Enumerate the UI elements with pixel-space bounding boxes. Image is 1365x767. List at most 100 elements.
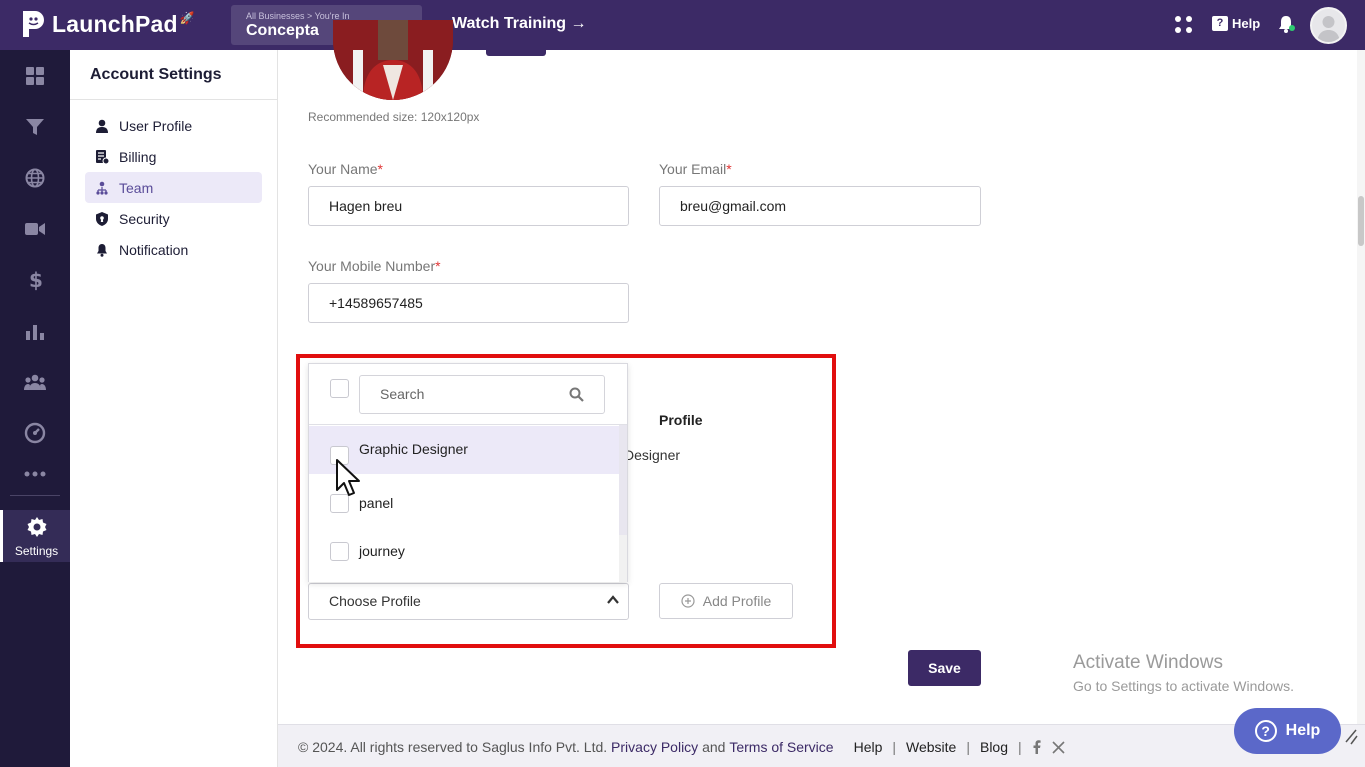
mobile-input[interactable]: +14589657485 bbox=[308, 283, 629, 323]
required-mark: * bbox=[726, 161, 732, 177]
footer-content: © 2024. All rights reserved to Saglus In… bbox=[298, 739, 1065, 755]
rail-settings-label: Settings bbox=[14, 544, 59, 558]
account-settings-title: Account Settings bbox=[90, 66, 222, 83]
dashboard-icon bbox=[26, 67, 44, 85]
page-scrollbar[interactable] bbox=[1357, 50, 1365, 724]
save-button[interactable]: Save bbox=[908, 650, 981, 686]
footer-help-link[interactable]: Help bbox=[854, 739, 883, 755]
nav-label: Security bbox=[119, 210, 170, 227]
nav-security[interactable]: Security bbox=[85, 203, 262, 234]
x-twitter-icon[interactable] bbox=[1052, 740, 1065, 754]
nav-user-profile[interactable]: User Profile bbox=[85, 110, 262, 141]
profile-photo[interactable] bbox=[333, 20, 453, 100]
funnel-icon bbox=[26, 119, 44, 135]
rail-dashboard[interactable] bbox=[0, 58, 70, 94]
profile-photo-image bbox=[333, 20, 453, 100]
separator: | bbox=[966, 739, 970, 755]
rail-funnels[interactable] bbox=[0, 109, 70, 145]
rail-video[interactable] bbox=[0, 211, 70, 247]
gear-icon bbox=[27, 517, 46, 537]
launchpad-logo-icon bbox=[23, 11, 44, 37]
team-icon bbox=[96, 181, 108, 195]
svg-text:$: $ bbox=[29, 269, 42, 291]
name-label-text: Your Name bbox=[308, 161, 378, 177]
required-mark: * bbox=[377, 161, 383, 177]
more-dots-icon bbox=[24, 471, 46, 477]
dropdown-header: Search bbox=[309, 364, 627, 425]
facebook-icon[interactable] bbox=[1032, 740, 1042, 754]
globe-icon bbox=[25, 168, 45, 188]
footer: © 2024. All rights reserved to Saglus In… bbox=[278, 724, 1365, 767]
page-scrollbar-thumb[interactable] bbox=[1358, 196, 1364, 246]
nav-label: Notification bbox=[119, 241, 189, 258]
rail-websites[interactable] bbox=[0, 160, 70, 196]
bell-icon[interactable] bbox=[1276, 14, 1296, 34]
help-label: Help bbox=[1232, 16, 1261, 31]
email-label: Your Email* bbox=[659, 161, 732, 177]
dropdown-scrollbar-thumb[interactable] bbox=[619, 425, 627, 535]
rail-settings[interactable]: Settings bbox=[0, 510, 70, 562]
mobile-label-text: Your Mobile Number bbox=[308, 258, 436, 274]
email-label-text: Your Email bbox=[659, 161, 727, 177]
option-checkbox[interactable] bbox=[330, 542, 349, 561]
activate-windows-watermark: Activate Windows Go to Settings to activ… bbox=[1073, 652, 1294, 694]
nav-billing[interactable]: Billing bbox=[85, 141, 262, 172]
rail-contacts[interactable] bbox=[0, 364, 70, 400]
and-text: and bbox=[702, 739, 726, 755]
copyright-text: © 2024. All rights reserved to Saglus In… bbox=[298, 739, 608, 755]
rail-payments[interactable]: $ bbox=[0, 262, 70, 298]
video-camera-icon bbox=[25, 223, 45, 235]
search-icon bbox=[569, 387, 584, 402]
email-input[interactable]: breu@gmail.com bbox=[659, 186, 981, 226]
rail-more[interactable] bbox=[0, 456, 70, 492]
upload-photo-button[interactable] bbox=[486, 50, 546, 56]
name-input[interactable]: Hagen breu bbox=[308, 186, 629, 226]
help-floating-button[interactable]: ? Help bbox=[1234, 708, 1341, 754]
bell-icon bbox=[97, 243, 107, 257]
apps-grid-icon[interactable] bbox=[1174, 15, 1194, 35]
speedometer-icon bbox=[24, 422, 46, 444]
icon-rail: $ Settings bbox=[0, 50, 70, 767]
avatar-silhouette-icon bbox=[1317, 16, 1340, 42]
help-menu[interactable]: ? Help bbox=[1212, 16, 1260, 31]
option-label: journey bbox=[359, 543, 405, 559]
separator: | bbox=[892, 739, 897, 755]
option-label: Graphic Designer bbox=[359, 441, 468, 457]
divider bbox=[70, 99, 278, 100]
nav-notification[interactable]: Notification bbox=[85, 234, 262, 265]
recommended-size-hint: Recommended size: 120x120px bbox=[308, 110, 480, 124]
nav-team[interactable]: Team bbox=[85, 172, 262, 203]
dropdown-option[interactable]: journey bbox=[309, 527, 621, 575]
question-circle-icon: ? bbox=[1254, 720, 1277, 742]
rail-affiliate[interactable] bbox=[0, 313, 70, 349]
watch-training-link[interactable]: Watch Training → bbox=[452, 15, 587, 33]
user-icon bbox=[96, 119, 108, 133]
terms-link[interactable]: Terms of Service bbox=[729, 739, 833, 755]
top-bar: LaunchPad 🚀 All Businesses > You're In C… bbox=[0, 0, 1365, 50]
search-placeholder: Search bbox=[380, 386, 425, 402]
footer-blog-link[interactable]: Blog bbox=[980, 739, 1008, 755]
dropdown-search-input[interactable]: Search bbox=[359, 375, 605, 414]
help-icon: ? bbox=[1212, 16, 1228, 31]
account-settings-panel: Account Settings User Profile Billing Te… bbox=[70, 50, 278, 767]
users-group-icon bbox=[24, 374, 46, 390]
required-mark: * bbox=[435, 258, 441, 274]
footer-website-link[interactable]: Website bbox=[906, 739, 956, 755]
invoice-icon bbox=[96, 149, 109, 164]
resize-handle-icon[interactable] bbox=[1343, 724, 1359, 746]
logo-text: LaunchPad bbox=[52, 10, 178, 37]
nav-label: Team bbox=[119, 179, 154, 196]
bar-chart-icon bbox=[26, 325, 44, 340]
mobile-label: Your Mobile Number* bbox=[308, 258, 441, 274]
nav-label: Billing bbox=[119, 148, 157, 165]
shield-icon bbox=[96, 211, 108, 226]
rail-analytics[interactable] bbox=[0, 415, 70, 451]
activate-subtitle: Go to Settings to activate Windows. bbox=[1073, 678, 1294, 694]
rail-divider bbox=[10, 495, 60, 496]
logo[interactable]: LaunchPad 🚀 bbox=[20, 9, 195, 39]
user-avatar[interactable] bbox=[1310, 7, 1347, 44]
select-all-checkbox[interactable] bbox=[330, 379, 349, 398]
privacy-policy-link[interactable]: Privacy Policy bbox=[611, 739, 698, 755]
rocket-icon: 🚀 bbox=[179, 11, 195, 25]
activate-title: Activate Windows bbox=[1073, 652, 1223, 673]
